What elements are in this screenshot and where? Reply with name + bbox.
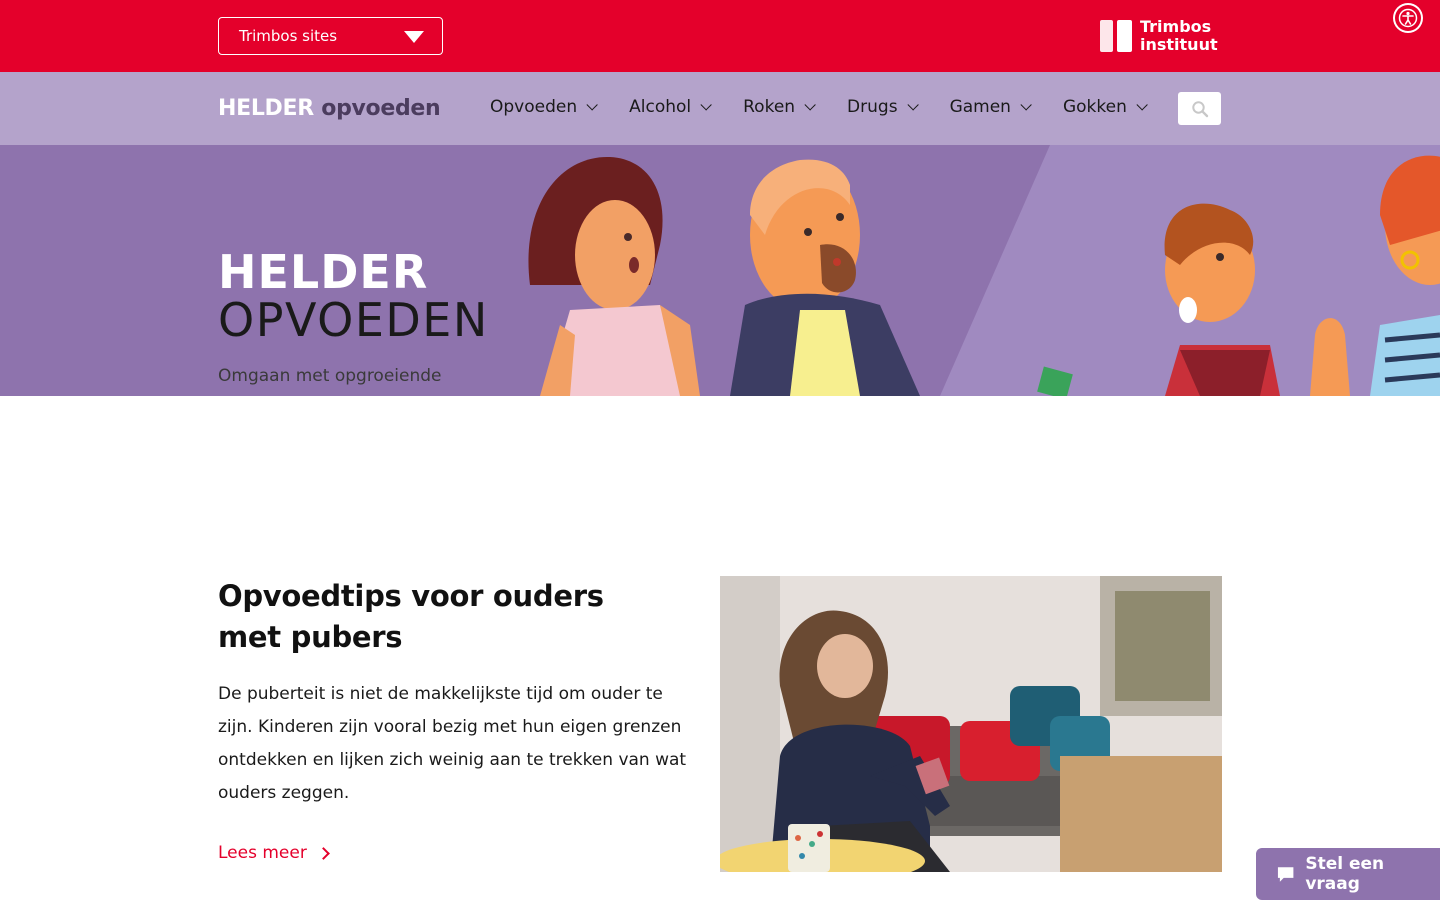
nav-item-label: Gamen	[949, 97, 1011, 117]
ask-question-button[interactable]: Stel een vraag	[1256, 848, 1440, 900]
chevron-down-icon	[586, 99, 598, 111]
main-menu: Opvoeden Alcohol Roken Drugs Gamen Gokke…	[490, 97, 1179, 117]
search-icon	[1191, 100, 1208, 117]
trimbos-logo-line2: instituut	[1140, 35, 1218, 54]
logo-helder: HELDER	[218, 96, 314, 121]
caret-down-icon	[404, 31, 424, 43]
nav-item-label: Drugs	[847, 97, 898, 117]
top-bar	[0, 0, 1440, 72]
accessibility-icon	[1398, 8, 1418, 28]
accessibility-button[interactable]	[1393, 3, 1423, 33]
search-button[interactable]	[1178, 92, 1221, 125]
nav-item-alcohol[interactable]: Alcohol	[629, 97, 712, 117]
chat-bubble-icon	[1277, 867, 1294, 882]
nav-item-roken[interactable]: Roken	[743, 97, 816, 117]
nav-item-drugs[interactable]: Drugs	[847, 97, 919, 117]
hero-illustration	[528, 145, 1440, 396]
nav-item-label: Roken	[743, 97, 796, 117]
ask-question-label: Stel een vraag	[1305, 854, 1385, 894]
chevron-down-icon	[1020, 99, 1032, 111]
trimbos-instituut-logo[interactable]: Trimbos instituut	[1100, 18, 1218, 54]
trimbos-logo-line1: Trimbos	[1140, 17, 1212, 36]
article-body: De puberteit is niet de makkelijkste tij…	[218, 684, 687, 803]
article-photo	[720, 576, 1222, 872]
hero-title-secondary: OPVOEDEN	[218, 293, 489, 347]
logo-opvoeden: opvoeden	[321, 96, 441, 121]
trimbos-sites-dropdown[interactable]: Trimbos sites	[218, 17, 443, 55]
nav-item-label: Gokken	[1062, 97, 1127, 117]
hero-title: HELDER	[218, 245, 429, 299]
nav-item-gokken[interactable]: Gokken	[1062, 97, 1148, 117]
chevron-right-icon	[316, 846, 330, 860]
nav-item-gamen[interactable]: Gamen	[949, 97, 1032, 117]
article-title: Opvoedtips voor ouders met pubers	[218, 579, 604, 654]
chevron-down-icon	[700, 99, 712, 111]
hero-banner: HELDER OPVOEDEN Omgaan met opgroeiende	[0, 145, 1440, 396]
chevron-down-icon	[1136, 99, 1148, 111]
read-more-link[interactable]: Lees meer	[218, 843, 330, 863]
read-more-label: Lees meer	[218, 843, 307, 863]
nav-item-label: Alcohol	[629, 97, 692, 117]
trimbos-sites-label: Trimbos sites	[239, 27, 338, 45]
chevron-down-icon	[804, 99, 816, 111]
chevron-down-icon	[907, 99, 919, 111]
helder-opvoeden-logo[interactable]: HELDER opvoeden	[218, 96, 441, 121]
trimbos-logo-mark	[1100, 20, 1132, 52]
hero-subtitle: Omgaan met opgroeiende	[218, 366, 442, 386]
nav-item-opvoeden[interactable]: Opvoeden	[490, 97, 598, 117]
nav-item-label: Opvoeden	[490, 97, 578, 117]
